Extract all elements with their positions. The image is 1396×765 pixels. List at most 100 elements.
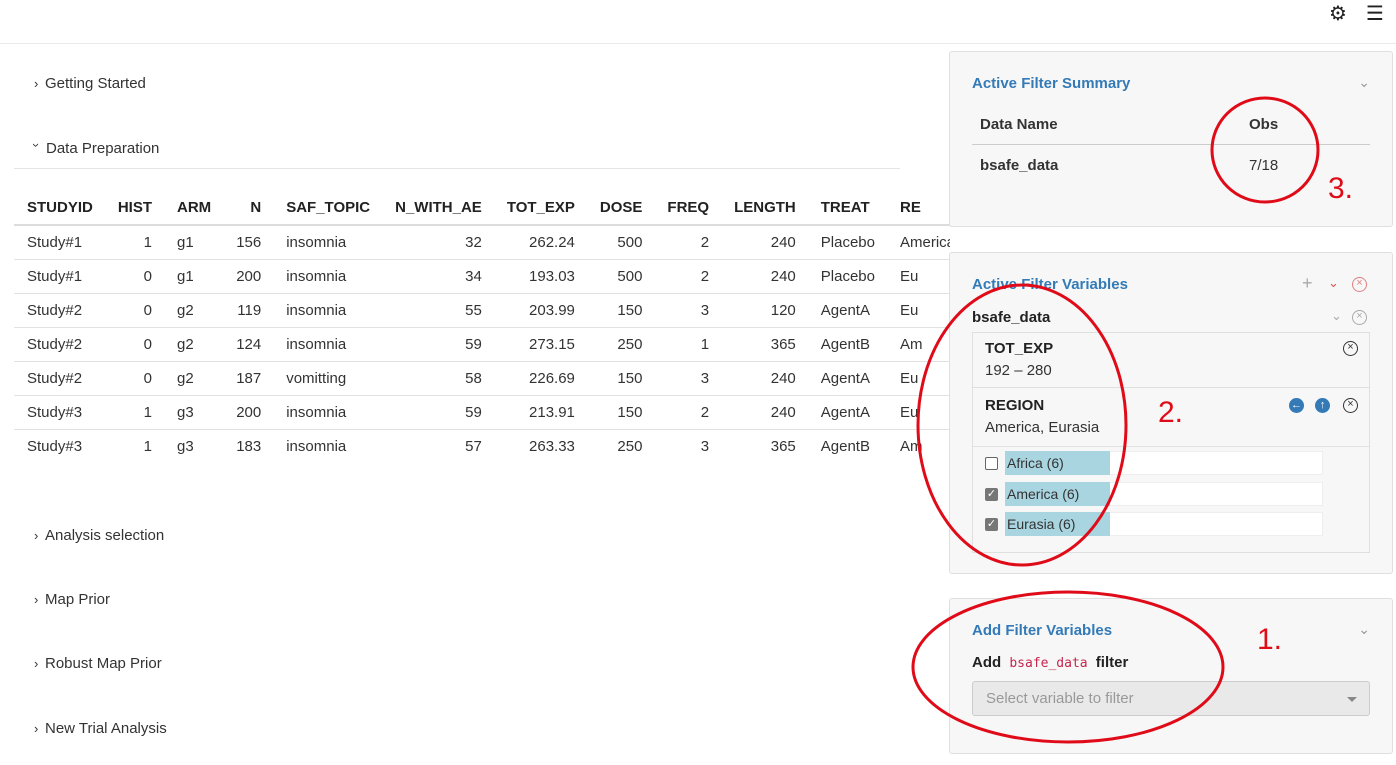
checkbox[interactable]: ✓ (985, 518, 998, 531)
column-header-studyid[interactable]: STUDYID (14, 191, 105, 226)
select-placeholder: Select variable to filter (986, 690, 1134, 707)
add-filter-label: Add bsafe_data filter (972, 654, 1129, 671)
accordion-map-prior[interactable]: › Map Prior (34, 591, 110, 608)
table-row: Study#1 1 g1 156 insomnia 32 262.24 500 2 240 Plac… (14, 225, 950, 260)
column-header-obs: Obs (1249, 116, 1279, 133)
table-row: Study#2 0 g2 124 insomnia 59 273.15 250 1 365 Agen… (14, 327, 950, 362)
table-cell: 240 (721, 259, 808, 294)
accordion-robust-map-prior[interactable]: › Robust Map Prior (34, 655, 162, 672)
table-cell: 3 (654, 429, 722, 463)
gear-icon[interactable]: ⚙ (1329, 4, 1347, 24)
table-cell: 226.69 (493, 361, 587, 396)
table-cell: insomnia (273, 225, 383, 260)
table-cell: 34 (382, 259, 494, 294)
filter-card-tot-exp[interactable]: TOT_EXP 192 – 280 × (972, 332, 1370, 388)
accordion-data-preparation[interactable]: › Data Preparation (29, 140, 159, 157)
column-header-dose[interactable]: DOSE (586, 191, 655, 226)
chevron-down-icon[interactable]: ⌄ (1358, 74, 1370, 91)
table-cell: 183 (223, 429, 274, 463)
column-header-re[interactable]: RE (886, 191, 950, 226)
accordion-getting-started[interactable]: › Getting Started (34, 75, 146, 92)
table-cell: 150 (586, 395, 655, 430)
table-cell: 1 (104, 429, 165, 463)
summary-dataset-name: bsafe_data (980, 157, 1059, 174)
region-option-america[interactable]: ✓ America (6) (985, 482, 1325, 506)
table-cell: g2 (164, 327, 224, 362)
table-cell: 58 (382, 361, 494, 396)
table-cell: 273.15 (493, 327, 587, 362)
table-cell: 365 (721, 429, 808, 463)
table-cell: 150 (586, 361, 655, 396)
column-header-saf-topic[interactable]: SAF_TOPIC (273, 191, 383, 226)
divider (973, 446, 1369, 447)
divider (14, 168, 900, 169)
table-cell: 3 (654, 361, 722, 396)
summary-obs-value: 7/18 (1249, 157, 1279, 174)
table-cell: Study#2 (14, 327, 105, 362)
up-arrow-icon[interactable]: ↑ (1315, 398, 1330, 413)
column-header-hist[interactable]: HIST (104, 191, 165, 226)
table-cell: 213.91 (493, 395, 587, 430)
table-cell: 32 (382, 225, 494, 260)
region-option-africa[interactable]: Africa (6) (985, 451, 1325, 475)
hamburger-menu-icon[interactable]: ☰ (1366, 4, 1384, 24)
annotation-label-2: 2. (1158, 396, 1184, 429)
table-cell: g3 (164, 429, 224, 463)
chevron-right-icon: › (34, 528, 39, 543)
table-cell: 0 (104, 327, 165, 362)
remove-filter-icon[interactable]: × (1343, 398, 1358, 413)
table-cell: 1 (104, 225, 165, 260)
chevron-down-icon: › (29, 143, 44, 148)
checkbox[interactable] (985, 457, 998, 470)
column-header-freq[interactable]: FREQ (654, 191, 722, 226)
table-cell: AgentB (807, 327, 887, 362)
table-cell: Eu (886, 395, 950, 430)
add-icon[interactable]: + (1302, 273, 1313, 294)
table-cell: 2 (654, 259, 722, 294)
chevron-down-icon[interactable]: ⌄ (1328, 275, 1339, 291)
table-cell: 0 (104, 259, 165, 294)
table-cell: 120 (721, 293, 808, 328)
table-cell: 150 (586, 293, 655, 328)
accordion-new-trial-analysis[interactable]: › New Trial Analysis (34, 720, 167, 737)
column-header-n-with-ae[interactable]: N_WITH_AE (382, 191, 494, 226)
panel-title: Add Filter Variables (972, 622, 1113, 639)
table-cell: America (886, 225, 950, 260)
checkbox[interactable]: ✓ (985, 488, 998, 501)
chevron-down-icon[interactable]: ⌄ (1358, 621, 1370, 638)
column-header-treat[interactable]: TREAT (807, 191, 887, 226)
chevron-right-icon: › (34, 76, 39, 91)
summary-header-row: Data Name Obs (972, 104, 1370, 145)
remove-dataset-filters-icon[interactable]: × (1352, 310, 1367, 325)
table-cell: Am (886, 327, 950, 362)
column-header-length[interactable]: LENGTH (721, 191, 808, 226)
caret-down-icon (1347, 697, 1357, 702)
remove-all-filters-icon[interactable]: × (1352, 277, 1367, 292)
table-cell: 193.03 (493, 259, 587, 294)
table-cell: 263.33 (493, 429, 587, 463)
filter-selected-values: America, Eurasia (985, 419, 1100, 436)
table-cell: 240 (721, 225, 808, 260)
table-cell: g2 (164, 293, 224, 328)
table-cell: AgentA (807, 361, 887, 396)
region-option-eurasia[interactable]: ✓ Eurasia (6) (985, 512, 1325, 536)
table-cell: 55 (382, 293, 494, 328)
table-cell: 59 (382, 327, 494, 362)
column-header-tot-exp[interactable]: TOT_EXP (493, 191, 587, 226)
remove-filter-icon[interactable]: × (1343, 341, 1358, 356)
table-cell: Study#1 (14, 225, 105, 260)
column-header-arm[interactable]: ARM (164, 191, 224, 226)
table-cell: g3 (164, 395, 224, 430)
chevron-down-icon[interactable]: ⌄ (1331, 308, 1342, 324)
filter-variable-name: TOT_EXP (985, 340, 1054, 357)
table-cell: 2 (654, 225, 722, 260)
back-arrow-icon[interactable]: ← (1289, 398, 1304, 413)
table-cell: AgentA (807, 293, 887, 328)
select-variable-dropdown[interactable]: Select variable to filter (972, 681, 1370, 716)
table-cell: insomnia (273, 293, 383, 328)
table-cell: g1 (164, 225, 224, 260)
table-row: Study#3 1 g3 200 insomnia 59 213.91 150 2 240 Agen… (14, 395, 950, 430)
table-row: Study#2 0 g2 187 vomitting 58 226.69 150 3 240 Age… (14, 361, 950, 396)
column-header-n[interactable]: N (223, 191, 274, 226)
accordion-analysis-selection[interactable]: › Analysis selection (34, 527, 164, 544)
